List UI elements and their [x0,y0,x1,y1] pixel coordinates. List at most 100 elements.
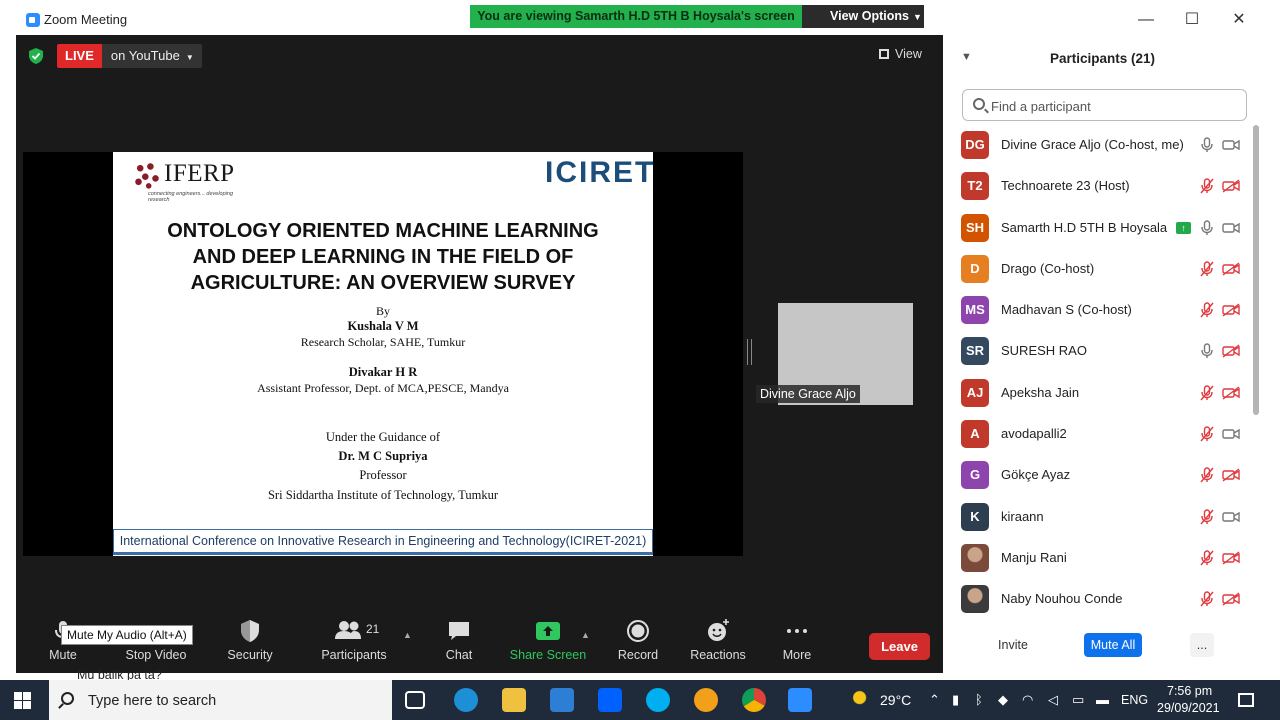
wifi-icon[interactable]: ◠ [1022,692,1033,708]
live-stream-badge[interactable]: LIVE on YouTube ▼ [57,44,202,68]
tray-chevron-icon[interactable]: ⌃ [929,692,940,708]
video-camera-off-icon[interactable] [1222,551,1240,565]
participants-button[interactable]: 21 Participants [309,618,399,662]
participant-search-input[interactable] [991,96,1241,116]
video-camera-off-icon[interactable] [1222,468,1240,482]
leave-button[interactable]: Leave [869,633,930,660]
video-camera-off-icon[interactable] [1222,592,1240,606]
participant-row[interactable]: Kkiraann [943,497,1253,538]
participant-row[interactable]: Aavodapalli2 [943,414,1253,455]
slide-title: ONTOLOGY ORIENTED MACHINE LEARNING AND D… [133,218,633,296]
participant-name: Naby Nouhou Conde [1001,591,1123,607]
minimize-button[interactable]: — [1131,9,1161,31]
video-camera-off-icon[interactable] [1222,344,1240,359]
participant-name: Divine Grace Aljo (Co-host, me) [1001,137,1184,152]
participant-row[interactable]: SR SURESH RAO [943,331,1253,372]
chat-button[interactable]: Chat [414,618,504,662]
share-screen-label: Share Screen [509,648,587,662]
video-camera-off-icon[interactable] [1222,262,1240,276]
slide-author1: Kushala V M [347,319,419,333]
participant-row[interactable]: AJ Apeksha Jain [943,373,1253,414]
record-button[interactable]: Record [593,618,683,662]
participant-list-scrollbar[interactable] [1253,125,1259,415]
mute-all-button[interactable]: Mute All [1084,633,1142,657]
clock-date[interactable]: 29/09/2021 [1157,701,1220,715]
input-language[interactable]: ENG [1121,693,1148,707]
security-tray-icon[interactable]: ◆ [998,692,1008,708]
participant-row[interactable]: SH Samarth H.D 5TH B Hoysala ↑ [943,208,1253,249]
live-platform-label: on YouTube [110,48,180,63]
chat-label: Chat [445,648,473,662]
participant-name: kiraann [1001,508,1044,524]
view-options-button[interactable]: View Options ▼ [802,5,924,28]
panel-more-button[interactable]: ... [1190,633,1214,657]
participant-row[interactable]: MS Madhavan S (Co-host) [943,290,1253,331]
security-button[interactable]: Security [205,618,295,662]
taskbar-search[interactable]: Type here to search [49,680,392,720]
participant-name: Madhavan S (Co-host) [1001,302,1132,318]
video-camera-icon[interactable] [1222,510,1240,524]
tray-app-icon[interactable]: ▮ [952,692,959,708]
close-button[interactable]: ✕ [1224,9,1254,31]
battery-icon[interactable]: ▬ [1096,692,1109,707]
video-camera-icon[interactable] [1222,427,1240,441]
participant-row[interactable]: Naby Nouhou Conde [943,579,1253,620]
video-camera-off-icon[interactable] [1222,386,1240,400]
microphone-muted-icon[interactable] [1200,385,1214,401]
mail-icon[interactable] [550,688,574,712]
video-camera-off-icon[interactable] [1222,179,1240,193]
weather-icon[interactable] [850,688,874,712]
search-icon [973,98,985,110]
microphone-muted-icon[interactable] [1200,591,1214,607]
mute-tooltip: Mute My Audio (Alt+A) [61,625,193,645]
microphone-muted-icon[interactable] [1200,302,1214,318]
video-camera-icon[interactable] [1222,221,1240,235]
windows-taskbar: Type here to search 29°C ⌃ ▮ ᛒ ◆ ◠ ◁ ▭ ▬… [0,680,1280,720]
task-view-icon[interactable] [405,691,425,709]
share-screen-caret-icon[interactable]: ▲ [581,630,590,640]
microphone-icon[interactable] [1200,219,1214,236]
microphone-muted-icon[interactable] [1200,261,1214,277]
participants-caret-icon[interactable]: ▲ [403,630,412,640]
maximize-button[interactable]: ☐ [1177,9,1207,31]
dropbox-icon[interactable] [598,688,622,712]
participant-row[interactable]: D Drago (Co-host) [943,249,1253,290]
avatar: SH [961,213,989,242]
notification-icon[interactable] [1238,693,1254,707]
file-explorer-icon[interactable] [502,688,526,712]
participant-row[interactable]: G Gökçe Ayaz [943,455,1253,496]
view-layout-button[interactable]: View [879,44,933,64]
windows-start-icon[interactable] [14,692,31,709]
microphone-muted-icon[interactable] [1200,178,1214,194]
microphone-muted-icon[interactable] [1200,467,1214,483]
record-icon [627,620,649,642]
reactions-button[interactable]: Reactions [673,618,763,662]
participants-label: Participants [321,648,387,662]
more-button[interactable]: More [752,618,842,662]
share-screen-button[interactable]: Share Screen [503,618,593,662]
participant-row[interactable]: T2 Technoarete 23 (Host) [943,166,1253,207]
resize-handle[interactable] [747,339,752,365]
video-camera-icon[interactable] [1222,138,1240,152]
display-icon[interactable]: ▭ [1072,692,1084,708]
live-platform-dropdown[interactable]: on YouTube ▼ [101,44,202,68]
panel-footer: Invite Mute All ... [943,633,1262,661]
vpn-shield-icon[interactable] [694,688,718,712]
invite-button[interactable]: Invite [990,633,1036,657]
video-camera-off-icon[interactable] [1222,303,1240,317]
participant-row[interactable]: Manju Rani [943,538,1253,579]
microphone-muted-icon[interactable] [1200,550,1214,566]
clock-time[interactable]: 7:56 pm [1167,684,1212,698]
microphone-muted-icon[interactable] [1200,508,1214,525]
volume-icon[interactable]: ◁ [1048,692,1058,708]
microphone-icon[interactable] [1200,137,1214,153]
zoom-taskbar-icon[interactable] [788,688,812,712]
microphone-muted-icon[interactable] [1200,426,1214,442]
skype-icon[interactable] [646,688,670,712]
microphone-icon[interactable] [1200,343,1214,359]
participant-row[interactable]: DG Divine Grace Aljo (Co-host, me) [943,125,1253,166]
bluetooth-icon[interactable]: ᛒ [975,692,983,707]
edge-browser-icon[interactable] [454,688,478,712]
encryption-shield-icon[interactable] [28,48,44,64]
chrome-browser-icon[interactable] [742,688,766,712]
